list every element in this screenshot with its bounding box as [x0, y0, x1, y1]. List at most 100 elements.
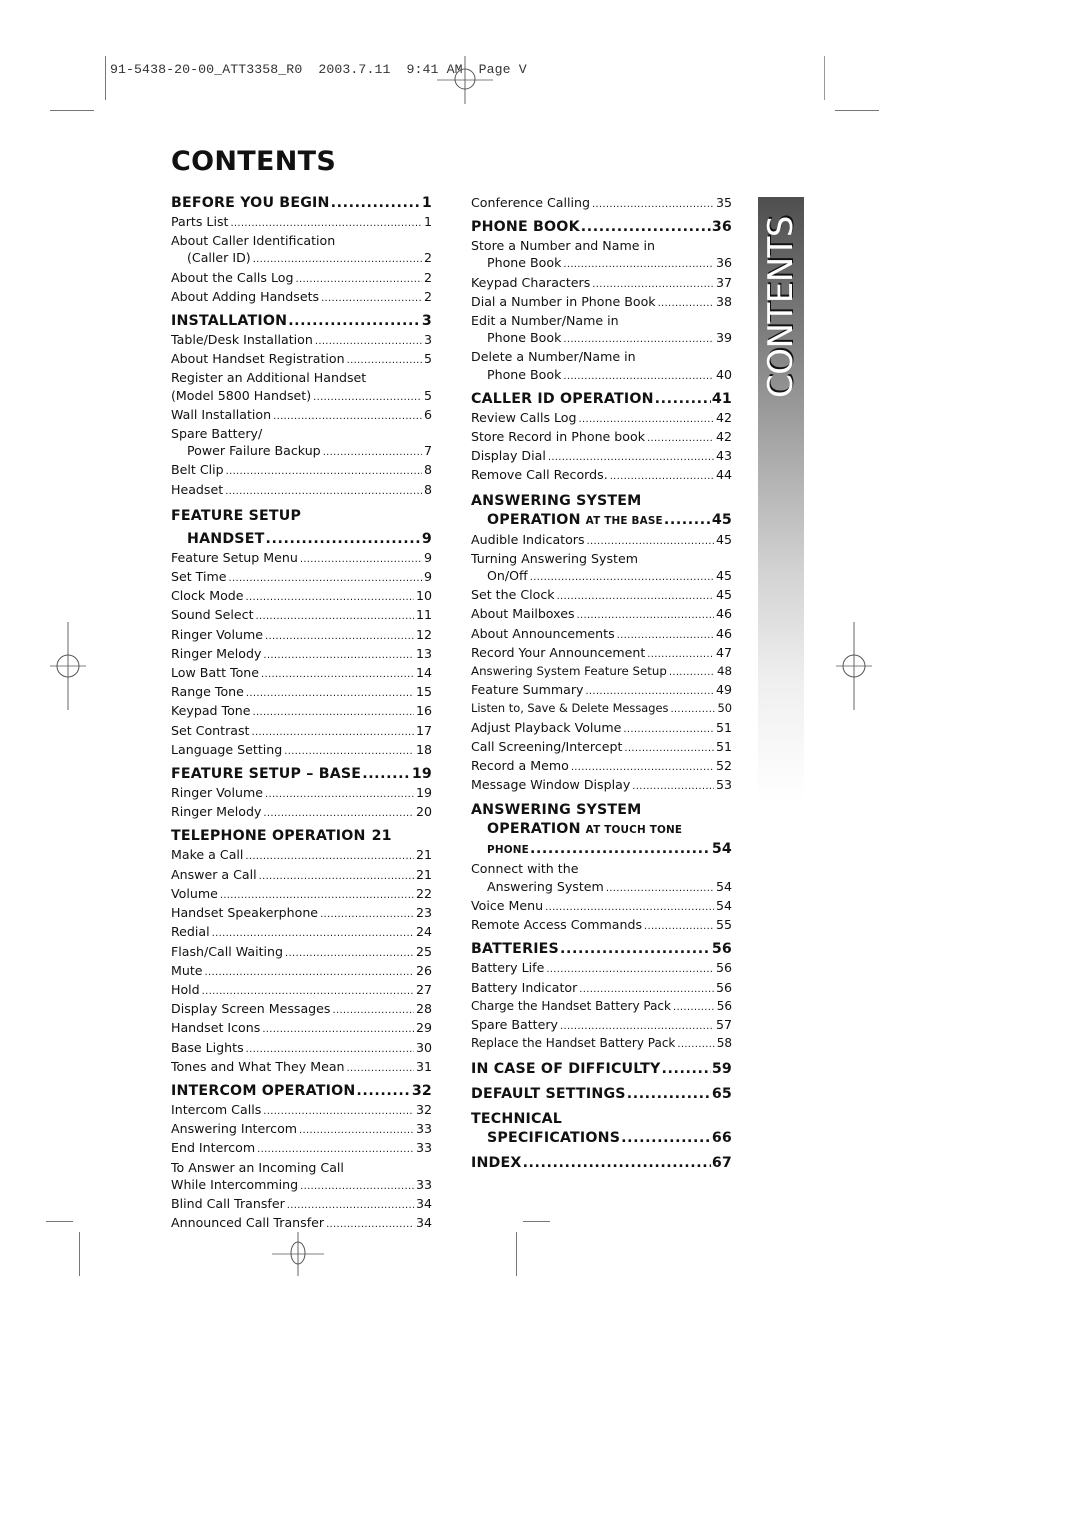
- toc-entry[interactable]: About Handset Registration5: [171, 350, 432, 369]
- toc-entry[interactable]: Clock Mode10: [171, 587, 432, 606]
- toc-entry[interactable]: Handset Icons29: [171, 1019, 432, 1038]
- toc-entry[interactable]: Answering System Feature Setup48: [471, 663, 732, 681]
- toc-section-heading[interactable]: FEATURE SETUP HANDSET9: [171, 507, 432, 549]
- crop-mark: [50, 110, 94, 111]
- toc-entry[interactable]: Record a Memo52: [471, 757, 732, 776]
- toc-entry[interactable]: Feature Summary49: [471, 681, 732, 700]
- toc-section-heading[interactable]: INSTALLATION3: [171, 312, 432, 331]
- toc-entry[interactable]: Set the Clock45: [471, 586, 732, 605]
- toc-entry[interactable]: Remote Access Commands55: [471, 916, 732, 935]
- toc-entry[interactable]: Ringer Melody20: [171, 803, 432, 822]
- toc-entry[interactable]: On/Off45: [471, 567, 732, 586]
- page-title: CONTENTS: [171, 146, 337, 177]
- toc-entry[interactable]: Battery Indicator56: [471, 979, 732, 998]
- toc-entry[interactable]: Set Contrast17: [171, 722, 432, 741]
- toc-entry[interactable]: Low Batt Tone14: [171, 664, 432, 683]
- toc-section-heading[interactable]: CALLER ID OPERATION41: [471, 390, 732, 409]
- toc-entry[interactable]: Intercom Calls32: [171, 1101, 432, 1120]
- toc-entry[interactable]: Display Dial43: [471, 447, 732, 466]
- toc-entry[interactable]: Display Screen Messages28: [171, 1000, 432, 1019]
- toc-entry[interactable]: Phone Book40: [471, 366, 732, 385]
- toc-entry[interactable]: Make a Call21: [171, 846, 432, 865]
- toc-entry[interactable]: Hold27: [171, 981, 432, 1000]
- toc-entry[interactable]: Ringer Volume12: [171, 626, 432, 645]
- toc-entry[interactable]: Power Failure Backup7: [171, 442, 432, 461]
- toc-section-heading[interactable]: BEFORE YOU BEGIN1: [171, 194, 432, 213]
- toc-entry[interactable]: Ringer Volume19: [171, 784, 432, 803]
- toc-entry[interactable]: Remove Call Records.44: [471, 466, 732, 485]
- toc-entry[interactable]: Phone Book39: [471, 329, 732, 348]
- toc-entry-continued: Store a Number and Name in: [471, 238, 655, 254]
- toc-section-heading[interactable]: PHONE BOOK36: [471, 218, 732, 237]
- toc-entry[interactable]: Store Record in Phone book42: [471, 428, 732, 447]
- toc-entry[interactable]: Review Calls Log42: [471, 409, 732, 428]
- toc-entry[interactable]: Range Tone15: [171, 683, 432, 702]
- toc-entry[interactable]: Sound Select11: [171, 606, 432, 625]
- toc-entry[interactable]: Adjust Playback Volume51: [471, 719, 732, 738]
- toc-section-heading[interactable]: ANSWERING SYSTEM OPERATION AT TOUCH TONE …: [471, 801, 732, 860]
- toc-entry[interactable]: Headset8: [171, 481, 432, 500]
- toc-entry[interactable]: Message Window Display53: [471, 776, 732, 795]
- toc-entry[interactable]: Voice Menu54: [471, 897, 732, 916]
- toc-section-heading[interactable]: IN CASE OF DIFFICULTY59: [471, 1060, 732, 1079]
- toc-section-heading[interactable]: INDEX67: [471, 1154, 732, 1173]
- registration-target-icon: [272, 1232, 324, 1276]
- toc-entry[interactable]: About the Calls Log2: [171, 269, 432, 288]
- toc-entry-continued: Register an Additional Handset: [171, 370, 367, 386]
- toc-entry[interactable]: Listen to, Save & Delete Messages50: [471, 700, 732, 718]
- toc-entry[interactable]: Keypad Tone16: [171, 702, 432, 721]
- toc-entry[interactable]: Set Time9: [171, 568, 432, 587]
- toc-entry[interactable]: Redial24: [171, 923, 432, 942]
- toc-entry[interactable]: Answering Intercom33: [171, 1120, 432, 1139]
- toc-entry-continued: About Caller Identification: [171, 233, 336, 249]
- toc-entry[interactable]: Phone Book36: [471, 254, 732, 273]
- toc-entry-continued: To Answer an Incoming Call: [171, 1159, 344, 1175]
- toc-entry[interactable]: Announced Call Transfer34: [171, 1214, 432, 1233]
- toc-entry[interactable]: About Adding Handsets2: [171, 288, 432, 307]
- toc-entry[interactable]: Handset Speakerphone23: [171, 904, 432, 923]
- toc-entry[interactable]: Charge the Handset Battery Pack56: [471, 998, 732, 1016]
- toc-entry[interactable]: Feature Setup Menu9: [171, 549, 432, 568]
- toc-entry[interactable]: Mute26: [171, 962, 432, 981]
- toc-section-heading[interactable]: FEATURE SETUP – BASE19: [171, 765, 432, 784]
- toc-entry[interactable]: Spare Battery57: [471, 1016, 732, 1035]
- toc-section-heading[interactable]: ANSWERING SYSTEM OPERATIONAT THE BASE45: [471, 492, 732, 531]
- toc-section-heading[interactable]: DEFAULT SETTINGS65: [471, 1085, 732, 1104]
- toc-entry[interactable]: Belt Clip8: [171, 461, 432, 480]
- toc-entry[interactable]: Answer a Call21: [171, 866, 432, 885]
- toc-entry[interactable]: About Mailboxes46: [471, 605, 732, 624]
- crop-mark: [835, 110, 879, 111]
- toc-entry[interactable]: Parts List1: [171, 213, 432, 232]
- toc-entry[interactable]: Battery Life56: [471, 959, 732, 978]
- toc-entry[interactable]: Replace the Handset Battery Pack58: [471, 1035, 732, 1053]
- toc-entry[interactable]: Tones and What They Mean31: [171, 1058, 432, 1077]
- registration-target-icon: [437, 56, 493, 104]
- toc-entry[interactable]: Audible Indicators45: [471, 531, 732, 550]
- toc-entry[interactable]: Table/Desk Installation3: [171, 331, 432, 350]
- crop-mark: [516, 1232, 517, 1276]
- toc-entry[interactable]: Call Screening/Intercept51: [471, 738, 732, 757]
- toc-entry[interactable]: Language Setting18: [171, 741, 432, 760]
- toc-entry[interactable]: Conference Calling35: [471, 194, 732, 213]
- toc-entry[interactable]: Base Lights30: [171, 1039, 432, 1058]
- toc-entry[interactable]: Volume22: [171, 885, 432, 904]
- toc-section-heading[interactable]: TECHNICAL SPECIFICATIONS66: [471, 1110, 732, 1148]
- toc-entry[interactable]: Dial a Number in Phone Book38: [471, 293, 732, 312]
- toc-entry[interactable]: Answering System54: [471, 878, 732, 897]
- toc-entry[interactable]: Record Your Announcement47: [471, 644, 732, 663]
- toc-entry[interactable]: (Model 5800 Handset)5: [171, 387, 432, 406]
- toc-entry[interactable]: Flash/Call Waiting25: [171, 943, 432, 962]
- crop-mark: [46, 1221, 73, 1222]
- toc-entry[interactable]: End Intercom33: [171, 1139, 432, 1158]
- toc-entry[interactable]: While Intercomming33: [171, 1176, 432, 1195]
- toc-entry[interactable]: (Caller ID)2: [171, 249, 432, 268]
- crop-mark: [105, 56, 106, 100]
- toc-entry[interactable]: About Announcements46: [471, 625, 732, 644]
- toc-entry[interactable]: Ringer Melody13: [171, 645, 432, 664]
- toc-entry[interactable]: Blind Call Transfer34: [171, 1195, 432, 1214]
- toc-section-heading[interactable]: BATTERIES56: [471, 940, 732, 959]
- toc-entry[interactable]: Wall Installation6: [171, 406, 432, 425]
- toc-section-heading[interactable]: INTERCOM OPERATION32: [171, 1082, 432, 1101]
- toc-section-heading[interactable]: TELEPHONE OPERATION 21: [171, 827, 432, 846]
- toc-entry[interactable]: Keypad Characters37: [471, 274, 732, 293]
